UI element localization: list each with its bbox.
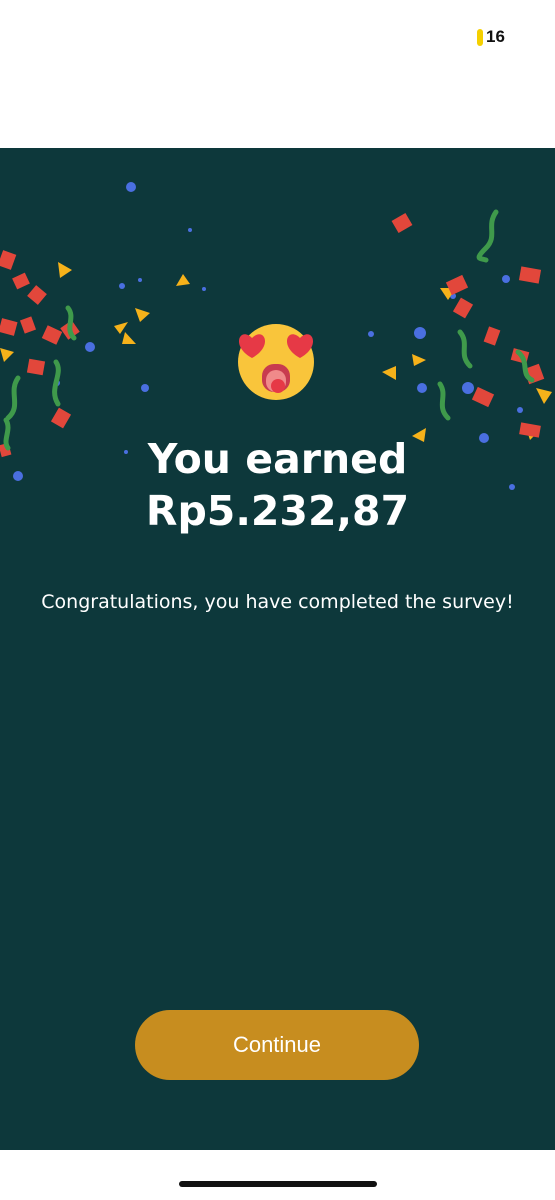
- coin-count: 16: [486, 27, 505, 46]
- bottom-bar: [0, 1150, 555, 1200]
- completion-message: Congratulations, you have completed the …: [41, 591, 514, 613]
- home-indicator[interactable]: [179, 1181, 377, 1187]
- reward-amount: Rp5.232,87: [145, 487, 410, 535]
- top-bar: 16: [0, 0, 555, 148]
- confetti-decoration: [0, 182, 552, 490]
- reward-screen: You earned Rp5.232,87 Congratulations, y…: [0, 148, 555, 1150]
- continue-button[interactable]: Continue: [135, 1010, 419, 1080]
- reward-title-line: You earned: [147, 435, 408, 483]
- heart-eyes-emoji-icon: [238, 324, 314, 400]
- reward-title: You earned Rp5.232,87: [0, 433, 555, 537]
- coin-balance-badge[interactable]: 16: [477, 26, 505, 48]
- coin-icon: [477, 28, 483, 46]
